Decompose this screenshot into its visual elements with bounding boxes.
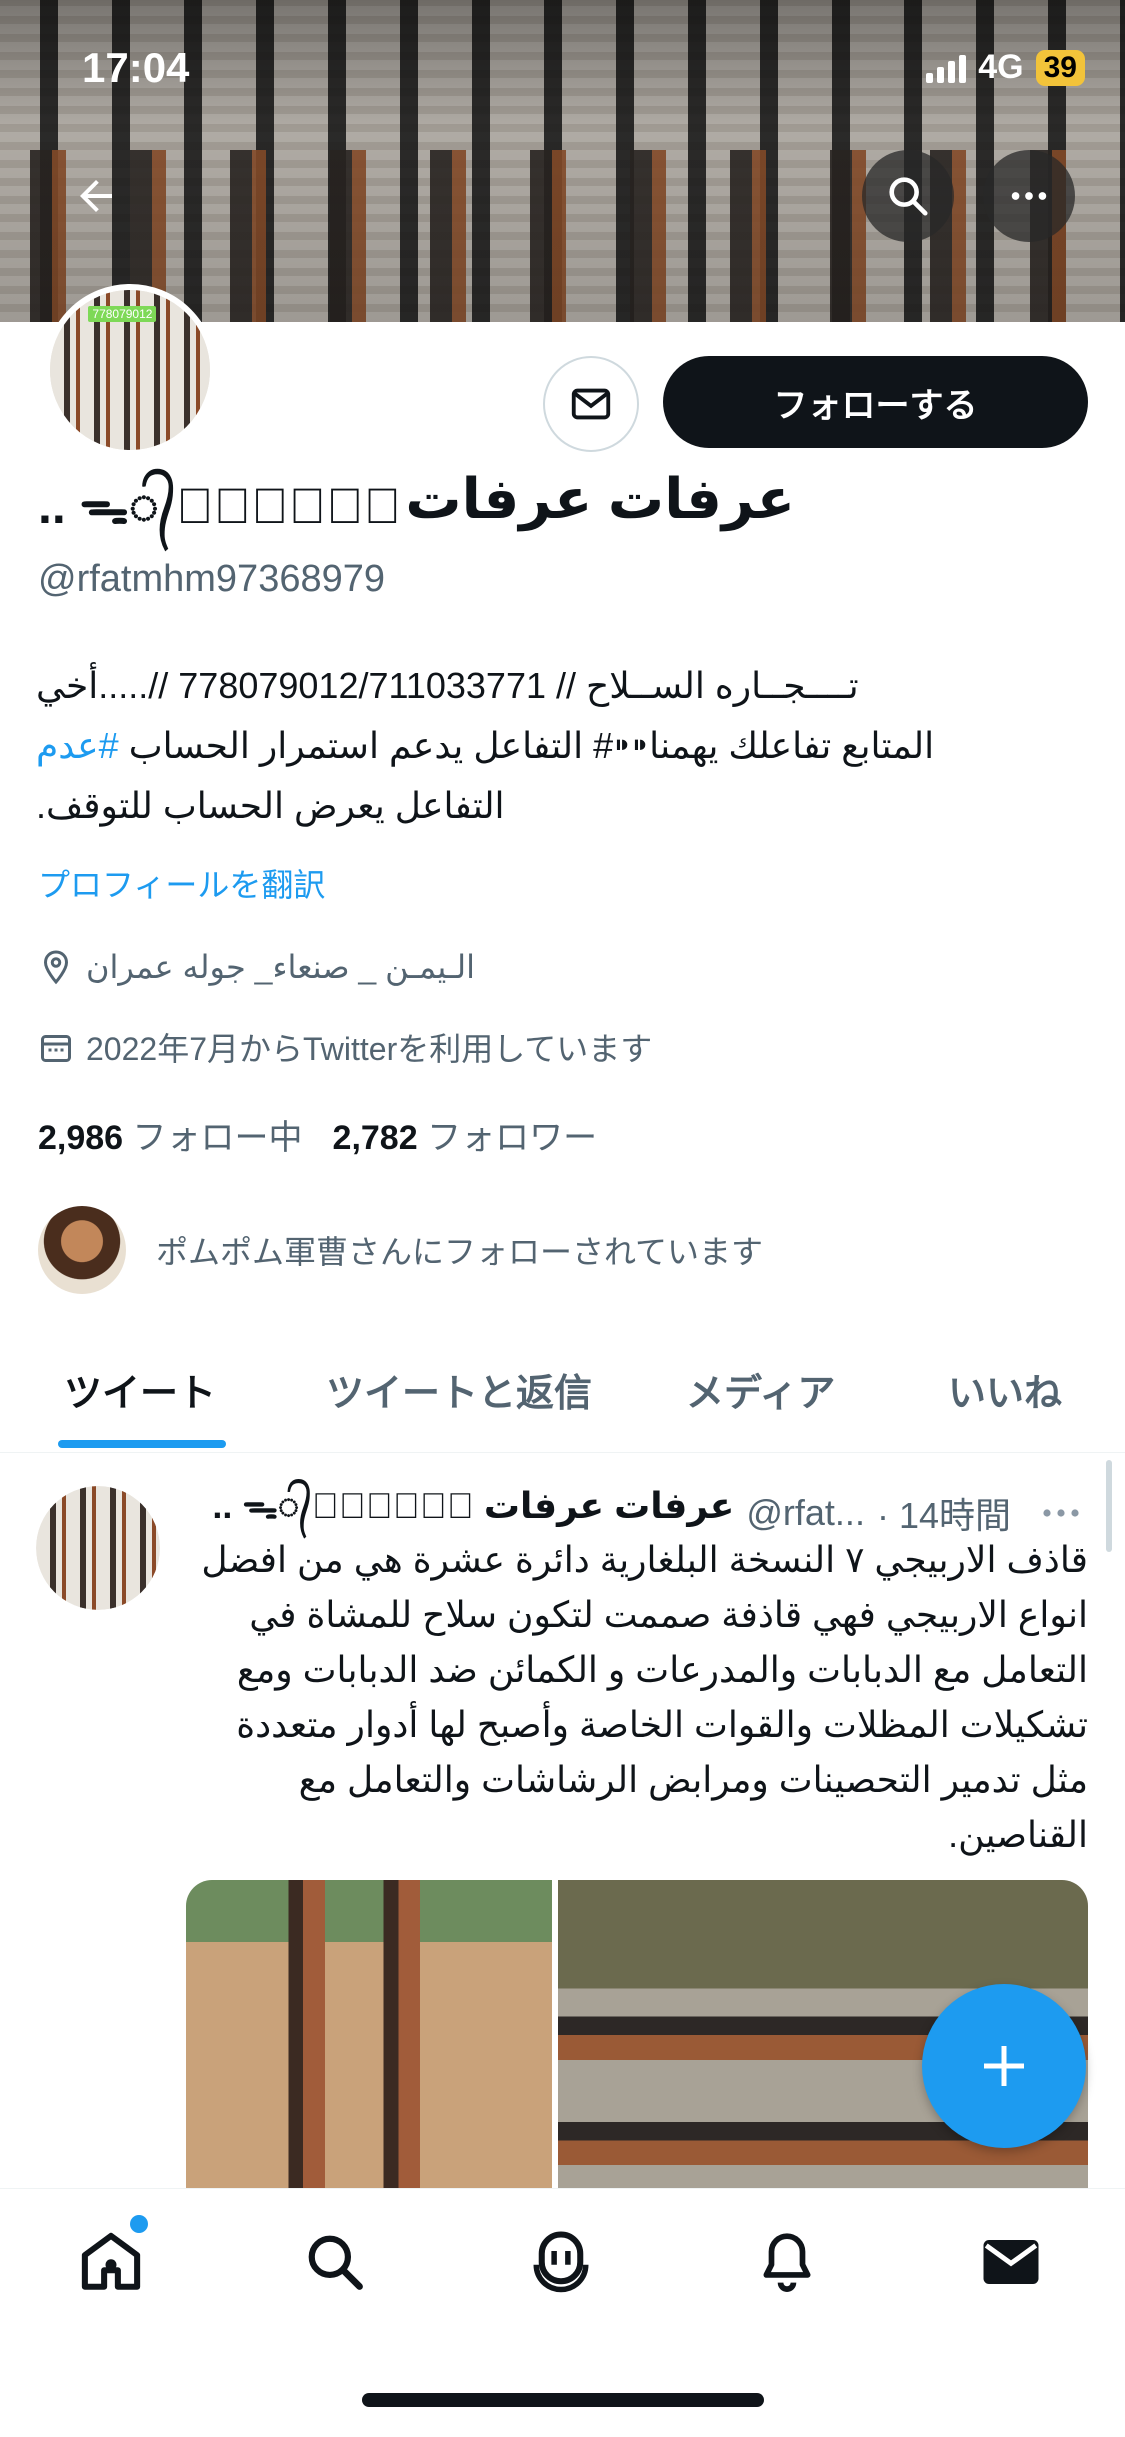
bio-line-3: التفاعل يعرض الحساب للتوقف. <box>36 785 505 826</box>
bio-text: المتابع تفاعلك يهمنا⁍⁍# التفاعل يدعم است… <box>118 725 935 766</box>
tab-tweets-replies[interactable]: ツイートと返信 <box>326 1362 592 1417</box>
tweet-time: · 14時間 <box>876 1494 1011 1536</box>
joined-text: 2022年7月からTwitterを利用しています <box>86 1031 653 1067</box>
location-pin-icon <box>43 950 69 985</box>
status-time: 17:04 <box>82 44 190 91</box>
nav-home[interactable] <box>76 2227 146 2297</box>
display-name: عرفات عرفات <box>405 467 795 530</box>
profile-avatar[interactable]: 778079012 <box>44 284 216 456</box>
network-type: 4G <box>978 48 1024 86</box>
nav-notifications[interactable] <box>752 2227 822 2297</box>
envelope-icon <box>571 388 611 420</box>
home-icon <box>81 2232 141 2290</box>
more-icon <box>1011 192 1047 200</box>
nav-explore[interactable] <box>300 2227 370 2297</box>
following-count: 2,986 <box>38 1119 124 1157</box>
translate-profile-link[interactable]: プロフィールを翻訳 <box>38 860 325 906</box>
active-tab-indicator <box>58 1440 226 1448</box>
nav-messages[interactable] <box>976 2227 1046 2297</box>
plus-icon <box>984 2046 1024 2086</box>
profile-bio: تــــجــاره الســلاح // 778079012/711033… <box>36 656 1076 836</box>
tab-tweets[interactable]: ツイート <box>64 1362 216 1417</box>
tweet-text: قاذف الاربيجي ٧ النسخة البلغارية دائرة ع… <box>201 1539 1088 1855</box>
tab-likes[interactable]: いいね <box>948 1362 1062 1417</box>
location-row: الـيمـن _ صنعاء_ جوله عمران <box>38 948 475 986</box>
calendar-icon <box>41 1035 71 1062</box>
followers-count: 2,782 <box>332 1119 418 1157</box>
spaces-icon <box>533 2231 589 2293</box>
tweet-more-icon[interactable] <box>1037 1489 1085 1537</box>
joined-row: 2022年7月からTwitterを利用しています <box>38 1024 652 1070</box>
tab-media[interactable]: メディア <box>686 1362 835 1417</box>
follower-avatar <box>38 1206 126 1294</box>
compose-tweet-button[interactable] <box>922 1984 1086 2148</box>
tweet-avatar[interactable] <box>36 1486 160 1610</box>
follow-button[interactable]: フォローする <box>663 356 1088 448</box>
location-text: الـيمـن _ صنعاء_ جوله عمران <box>86 949 475 985</box>
envelope-icon <box>983 2240 1039 2284</box>
avatar-phone-tag: 778079012 <box>88 306 157 322</box>
battery-level: 39 <box>1035 49 1085 86</box>
bio-hashtag[interactable]: #عدم <box>36 725 119 766</box>
nav-spaces[interactable] <box>526 2227 596 2297</box>
bell-icon <box>763 2233 811 2292</box>
more-button[interactable] <box>983 150 1075 242</box>
home-notification-dot <box>130 2215 148 2233</box>
signal-icon <box>926 53 967 83</box>
scrollbar[interactable] <box>1106 1460 1112 1552</box>
following-link[interactable]: 2,986 フォロー中 <box>38 1110 303 1159</box>
profile-tabs: ツイート ツイートと返信 メディア いいね <box>0 1322 1125 1453</box>
display-name-decoration: .. ᯓ᭄ᬊ᭄᭄ᷟᬼᬼ <box>38 478 402 534</box>
followers-label: フォロワー <box>427 1119 598 1157</box>
followers-link[interactable]: 2,782 フォロワー <box>333 1110 598 1159</box>
followed-by-row[interactable]: ポムポム軍曹さんにフォローされています <box>38 1206 763 1294</box>
followed-by-text: ポムポム軍曹さんにフォローされています <box>156 1234 764 1270</box>
bio-line-1: تــــجــاره الســلاح // 778079012/711033… <box>36 665 859 706</box>
bio-line-2: المتابع تفاعلك يهمنا⁍⁍# التفاعل يدعم است… <box>36 716 1076 776</box>
search-icon <box>889 177 928 216</box>
search-button[interactable] <box>862 150 954 242</box>
tweet-image-1[interactable] <box>186 1880 552 2190</box>
profile-handle: @rfatmhm97368979 <box>38 558 385 600</box>
back-arrow-icon <box>80 180 112 212</box>
status-icons: 4G 39 <box>926 48 1085 87</box>
following-label: フォロー中 <box>132 1119 303 1157</box>
home-indicator[interactable] <box>362 2393 764 2407</box>
search-icon <box>308 2235 363 2290</box>
message-button[interactable] <box>543 356 639 452</box>
tweet-author-handle[interactable]: @rfat... <box>746 1492 865 1534</box>
follow-counts: 2,986 フォロー中 2,782 フォロワー <box>38 1110 597 1159</box>
back-button[interactable] <box>50 150 142 242</box>
